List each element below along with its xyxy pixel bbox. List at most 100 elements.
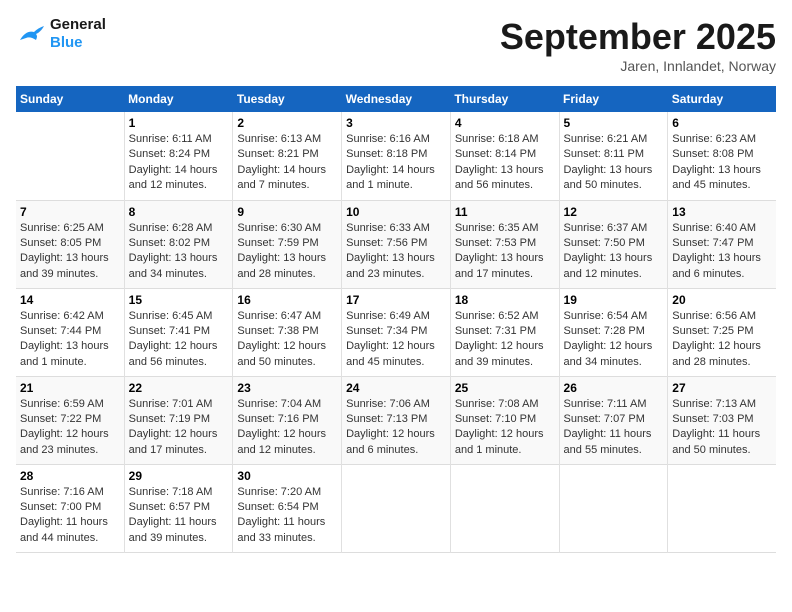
day-detail-line: Sunrise: 7:18 AM — [129, 486, 213, 498]
day-number: 18 — [455, 293, 555, 307]
day-number: 2 — [237, 116, 337, 130]
day-detail-line: Sunset: 7:50 PM — [564, 237, 645, 249]
day-detail-line: Sunrise: 6:28 AM — [129, 222, 213, 234]
day-detail-line: Sunset: 7:53 PM — [455, 237, 536, 249]
day-detail-line: and 39 minutes. — [20, 268, 98, 280]
day-number: 3 — [346, 116, 446, 130]
day-detail-line: and 44 minutes. — [20, 532, 98, 544]
day-detail-line: Sunset: 7:10 PM — [455, 413, 536, 425]
calendar-cell: 17Sunrise: 6:49 AMSunset: 7:34 PMDayligh… — [342, 288, 451, 376]
calendar-cell: 8Sunrise: 6:28 AMSunset: 8:02 PMDaylight… — [124, 200, 233, 288]
day-detail-line: and 23 minutes. — [346, 268, 424, 280]
day-details: Sunrise: 6:35 AMSunset: 7:53 PMDaylight:… — [455, 221, 555, 283]
day-number: 12 — [564, 205, 664, 219]
weekday-header-wednesday: Wednesday — [342, 86, 451, 112]
day-detail-line: Sunset: 8:18 PM — [346, 148, 427, 160]
calendar-cell: 4Sunrise: 6:18 AMSunset: 8:14 PMDaylight… — [450, 112, 559, 200]
day-detail-line: Sunrise: 6:16 AM — [346, 133, 430, 145]
day-detail-line: and 6 minutes. — [672, 268, 744, 280]
day-detail-line: Sunrise: 6:45 AM — [129, 310, 213, 322]
day-detail-line: Daylight: 12 hours — [346, 340, 435, 352]
day-details: Sunrise: 7:04 AM Sunset: 7:16 PM Daylight:… — [237, 397, 337, 459]
calendar-cell: 23Sunrise: 7:04 AMSunset: 7:16 PMDayligh… — [233, 376, 342, 464]
day-number: 9 — [237, 205, 337, 219]
calendar-cell: 22Sunrise: 7:01 AMSunset: 7:19 PMDayligh… — [124, 376, 233, 464]
day-detail-line: Sunrise: 6:23 AM — [672, 133, 756, 145]
day-details: Sunrise: 6:13 AMSunset: 8:21 PMDaylight:… — [237, 132, 337, 194]
day-detail-line: and 34 minutes. — [129, 268, 207, 280]
day-detail-line: Daylight: 11 hours — [237, 516, 325, 528]
day-detail-line: Daylight: 12 hours — [455, 428, 544, 440]
day-details: Sunrise: 6:54 AMSunset: 7:28 PMDaylight:… — [564, 309, 664, 371]
day-details: Sunrise: 6:25 AMSunset: 8:05 PMDaylight:… — [20, 221, 120, 283]
day-details: Sunrise: 7:13 AMSunset: 7:03 PMDaylight:… — [672, 397, 772, 459]
day-number: 14 — [20, 293, 120, 307]
day-detail-line: and 23 minutes. — [20, 444, 98, 456]
calendar-cell: 26Sunrise: 7:11 AMSunset: 7:07 PMDayligh… — [559, 376, 668, 464]
day-detail-line: and 33 minutes. — [237, 532, 315, 544]
day-detail-line: Sunset: 7:31 PM — [455, 325, 536, 337]
day-detail-line: Daylight: 12 hours — [20, 428, 109, 440]
day-detail-line: and 6 minutes. — [346, 444, 418, 456]
day-number: 24 — [346, 381, 446, 395]
weekday-header-sunday: Sunday — [16, 86, 124, 112]
calendar-cell: 30Sunrise: 7:20 AMSunset: 6:54 PMDayligh… — [233, 464, 342, 552]
logo-text: General Blue — [50, 16, 106, 52]
day-detail-line: Daylight: 12 hours — [237, 428, 326, 440]
week-row-5: 28 Sunrise: 7:16 AMSunset: 7:00 PMDayligh… — [16, 464, 776, 552]
day-number: 5 — [564, 116, 664, 130]
day-detail-line: Daylight: 11 hours — [564, 428, 652, 440]
day-detail-line: Daylight: 12 hours — [672, 340, 761, 352]
day-detail-line: Sunrise: 6:56 AM — [672, 310, 756, 322]
day-detail-line: and 50 minutes. — [672, 444, 750, 456]
day-detail-line: Sunset: 7:16 PM — [237, 413, 318, 425]
day-detail-line: Daylight: 13 hours — [455, 164, 544, 176]
day-details: Sunrise: 7:18 AMSunset: 6:57 PMDaylight:… — [129, 485, 229, 547]
month-title: September 2025 — [500, 16, 776, 58]
logo: General Blue — [16, 16, 106, 52]
day-detail-line: Sunrise: 6:13 AM — [237, 133, 321, 145]
day-detail-line: Daylight: 14 hours — [129, 164, 218, 176]
day-detail-line: Sunset: 7:07 PM — [564, 413, 645, 425]
calendar-cell: 28 Sunrise: 7:16 AMSunset: 7:00 PMDayligh… — [16, 464, 124, 552]
day-detail-line: Sunset: 7:22 PM — [20, 413, 101, 425]
day-detail-line: Sunrise: 6:59 AM — [20, 398, 104, 410]
calendar-cell: 12Sunrise: 6:37 AMSunset: 7:50 PMDayligh… — [559, 200, 668, 288]
day-detail-line: Sunrise: 6:54 AM — [564, 310, 648, 322]
day-detail-line: Sunset: 8:14 PM — [455, 148, 536, 160]
weekday-header-monday: Monday — [124, 86, 233, 112]
day-detail-line: Sunset: 7:47 PM — [672, 237, 753, 249]
title-block: September 2025 Jaren, Innlandet, Norway — [500, 16, 776, 74]
day-detail-line: Sunrise: 6:21 AM — [564, 133, 648, 145]
day-details: Sunrise: 7:01 AMSunset: 7:19 PMDaylight:… — [129, 397, 229, 459]
day-detail-line: Daylight: 13 hours — [20, 340, 109, 352]
day-detail-line: Sunrise: 7:16 AM — [20, 486, 104, 498]
day-details: Sunrise: 6:30 AMSunset: 7:59 PMDaylight:… — [237, 221, 337, 283]
day-detail-line: Sunrise: 6:18 AM — [455, 133, 539, 145]
day-detail-line: Sunset: 6:57 PM — [129, 501, 210, 513]
day-detail-line: Sunrise: 7:04 AM — [237, 398, 321, 410]
day-detail-line: Daylight: 12 hours — [564, 340, 653, 352]
day-detail-line: Sunrise: 7:01 AM — [129, 398, 213, 410]
day-number: 25 — [455, 381, 555, 395]
calendar-cell: 16Sunrise: 6:47 AMSunset: 7:38 PMDayligh… — [233, 288, 342, 376]
day-detail-line: and 50 minutes. — [564, 179, 642, 191]
day-detail-line: Daylight: 12 hours — [129, 340, 218, 352]
day-detail-line: Sunrise: 6:11 AM — [129, 133, 212, 145]
day-number: 27 — [672, 381, 772, 395]
day-detail-line: and 7 minutes. — [237, 179, 309, 191]
day-details: Sunrise: 7:16 AMSunset: 7:00 PMDaylight:… — [20, 485, 120, 547]
week-row-1: 1Sunrise: 6:11 AMSunset: 8:24 PMDaylight… — [16, 112, 776, 200]
week-row-4: 21Sunrise: 6:59 AMSunset: 7:22 PMDayligh… — [16, 376, 776, 464]
day-detail-line: and 1 minute. — [455, 444, 522, 456]
day-detail-line: and 12 minutes. — [237, 444, 315, 456]
day-details: Sunrise: 6:21 AMSunset: 8:11 PMDaylight:… — [564, 132, 664, 194]
day-detail-line: Daylight: 12 hours — [455, 340, 544, 352]
day-detail-line: Daylight: 13 hours — [564, 252, 653, 264]
day-number: 28 — [20, 469, 120, 483]
calendar-cell: 21Sunrise: 6:59 AMSunset: 7:22 PMDayligh… — [16, 376, 124, 464]
day-number: 30 — [237, 469, 337, 483]
day-detail-line: Daylight: 12 hours — [129, 428, 218, 440]
day-detail-line: Daylight: 13 hours — [672, 164, 761, 176]
day-detail-line: Sunrise: 7:08 AM — [455, 398, 539, 410]
